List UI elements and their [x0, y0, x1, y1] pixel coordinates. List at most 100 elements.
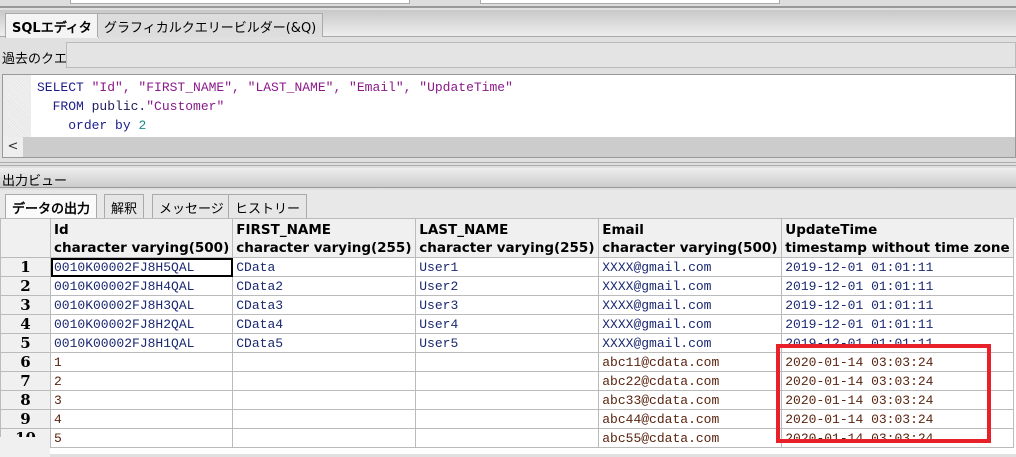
tab-data-output[interactable]: データの出力	[5, 194, 98, 218]
table-cell[interactable]: 0010K00002FJ8H3QAL	[49, 295, 234, 315]
row-number-header[interactable]	[0, 218, 51, 258]
table-cell[interactable]: abc44@cdata.com	[598, 409, 783, 429]
table-cell[interactable]: XXXX@gmail.com	[598, 257, 783, 277]
column-header[interactable]: Id character varying(500)	[49, 218, 234, 258]
sql-number: 2	[138, 118, 147, 133]
table-cell[interactable]: CData2	[232, 276, 417, 296]
table-cell[interactable]	[415, 390, 600, 410]
column-type: timestamp without time zone	[785, 240, 1010, 256]
table-cell[interactable]: 2019-12-01 01:01:11	[781, 295, 1014, 315]
divider	[0, 165, 1016, 166]
table-cell[interactable]: 3	[49, 390, 234, 410]
table-cell[interactable]: User4	[415, 314, 600, 334]
table-cell[interactable]	[232, 390, 417, 410]
column-name: FIRST_NAME	[236, 222, 331, 238]
tab-graphical-query-builder[interactable]: グラフィカルクエリービルダー(&Q)	[97, 13, 324, 37]
tab-messages[interactable]: メッセージ	[152, 194, 231, 218]
sql-columns: "Id", "FIRST_NAME", "LAST_NAME", "Email"…	[83, 80, 513, 95]
table-cell[interactable]: abc55@cdata.com	[598, 428, 783, 448]
column-name: UpdateTime	[785, 222, 878, 238]
table-cell[interactable]: 4	[49, 409, 234, 429]
column-header[interactable]: Email character varying(500)	[598, 218, 783, 258]
editor-tabs: SQLエディタ グラフィカルクエリービルダー(&Q)	[0, 10, 1016, 38]
sql-keyword: FROM	[52, 99, 84, 114]
row-number[interactable]: 7	[0, 371, 51, 391]
scroll-left-icon[interactable]: <	[3, 137, 23, 157]
table-cell[interactable]: CData3	[232, 295, 417, 315]
table-cell[interactable]: 2	[49, 371, 234, 391]
tab-sql-editor[interactable]: SQLエディタ	[5, 13, 99, 38]
sql-code[interactable]: SELECT "Id", "FIRST_NAME", "LAST_NAME", …	[37, 78, 513, 135]
table-cell[interactable]: XXXX@gmail.com	[598, 314, 783, 334]
table-cell[interactable]: User3	[415, 295, 600, 315]
table-cell[interactable]: XXXX@gmail.com	[598, 276, 783, 296]
table-cell[interactable]: 2019-12-01 01:01:11	[781, 257, 1014, 277]
sql-keyword: order by	[68, 118, 131, 133]
column-header[interactable]: LAST_NAME character varying(255)	[415, 218, 600, 258]
table-cell[interactable]: 1	[49, 352, 234, 372]
sql-keyword: SELECT	[37, 80, 84, 95]
divider	[0, 162, 1016, 163]
toolbar-field	[70, 0, 410, 4]
query-history: 過去のクエリ	[0, 40, 1016, 70]
sql-table: "Customer"	[146, 99, 225, 114]
table-cell[interactable]: 2019-12-01 01:01:11	[781, 314, 1014, 334]
query-history-dropdown[interactable]	[66, 42, 1016, 68]
table-cell[interactable]	[415, 371, 600, 391]
table-cell[interactable]: abc22@cdata.com	[598, 371, 783, 391]
table-cell[interactable]	[415, 409, 600, 429]
output-view-label: 出力ビュー	[0, 168, 1016, 189]
table-cell[interactable]	[415, 352, 600, 372]
table-cell[interactable]: CData	[232, 257, 417, 277]
row-header-filler	[0, 437, 50, 457]
column-name: Email	[602, 222, 644, 238]
table-cell[interactable]: 2019-12-01 01:01:11	[781, 276, 1014, 296]
column-name: Id	[54, 222, 69, 238]
table-row[interactable]: 4 0010K00002FJ8H2QAL CData4 User4 XXXX@gmail…	[0, 314, 1014, 334]
row-number[interactable]: 3	[0, 295, 51, 315]
row-number[interactable]: 1	[0, 257, 51, 277]
row-number[interactable]: 6	[0, 352, 51, 372]
sql-schema: public.	[83, 99, 147, 114]
column-type: character varying(500)	[54, 240, 230, 256]
table-cell[interactable]: abc11@cdata.com	[598, 352, 783, 372]
column-type: character varying(500)	[602, 240, 778, 256]
table-cell[interactable]	[415, 428, 600, 448]
table-cell[interactable]: User1	[415, 257, 600, 277]
table-cell[interactable]: User2	[415, 276, 600, 296]
tab-explain[interactable]: 解釈	[104, 194, 145, 218]
editor-gutter	[3, 75, 31, 137]
table-cell[interactable]	[232, 428, 417, 448]
row-number[interactable]: 5	[0, 333, 51, 353]
tab-history[interactable]: ヒストリー	[228, 194, 308, 218]
column-type: character varying(255)	[236, 240, 412, 256]
row-number[interactable]: 4	[0, 314, 51, 334]
table-cell[interactable]: CData5	[232, 333, 417, 353]
table-cell[interactable]: CData4	[232, 314, 417, 334]
table-row[interactable]: 3 0010K00002FJ8H3QAL CData3 User3 XXXX@gmail…	[0, 295, 1014, 315]
table-cell[interactable]: User5	[415, 333, 600, 353]
row-number[interactable]: 8	[0, 390, 51, 410]
table-row[interactable]: 2 0010K00002FJ8H4QAL CData2 User2 XXXX@gmail…	[0, 276, 1014, 296]
window-top-strip	[0, 0, 1016, 8]
table-cell[interactable]: 0010K00002FJ8H2QAL	[49, 314, 234, 334]
table-cell[interactable]: abc33@cdata.com	[598, 390, 783, 410]
sql-editor[interactable]: SELECT "Id", "FIRST_NAME", "LAST_NAME", …	[2, 74, 1016, 158]
row-number[interactable]: 2	[0, 276, 51, 296]
toolbar-field	[480, 0, 780, 4]
output-tabs: データの出力 解釈 メッセージ ヒストリー	[0, 190, 1016, 218]
column-header[interactable]: FIRST_NAME character varying(255)	[232, 218, 417, 258]
table-row[interactable]: 1 0010K00002FJ8H5QAL CData User1 XXXX@gmail.…	[0, 257, 1014, 277]
row-number[interactable]: 9	[0, 409, 51, 429]
table-cell[interactable]	[232, 371, 417, 391]
column-header[interactable]: UpdateTime timestamp without time zone	[781, 218, 1014, 258]
table-cell[interactable]	[232, 352, 417, 372]
table-cell[interactable]: 0010K00002FJ8H5QAL	[49, 257, 234, 277]
horizontal-scrollbar[interactable]: <	[3, 137, 1015, 157]
table-cell[interactable]: XXXX@gmail.com	[598, 333, 783, 353]
table-cell[interactable]: 0010K00002FJ8H1QAL	[49, 333, 234, 353]
table-cell[interactable]: 5	[49, 428, 234, 448]
table-cell[interactable]: XXXX@gmail.com	[598, 295, 783, 315]
table-cell[interactable]	[232, 409, 417, 429]
table-cell[interactable]: 0010K00002FJ8H4QAL	[49, 276, 234, 296]
